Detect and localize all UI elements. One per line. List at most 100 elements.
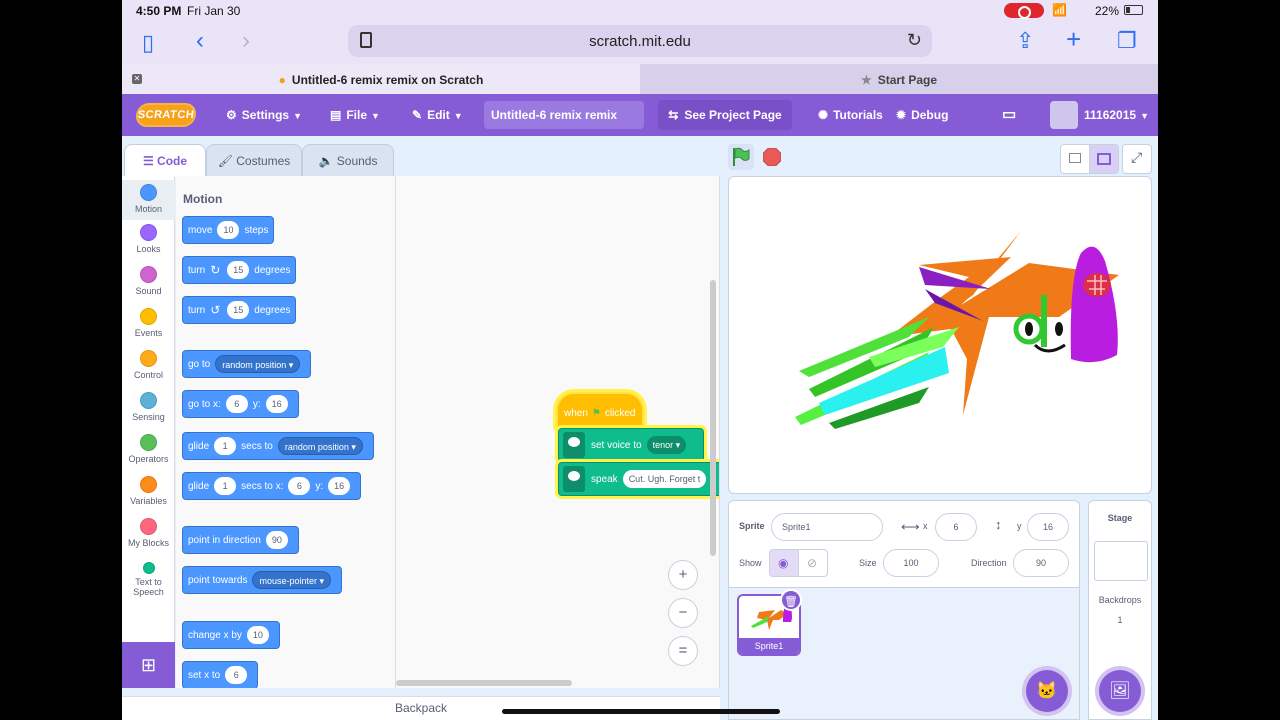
choose-backdrop-button[interactable]: 🖼 [1099, 670, 1141, 712]
sprite-name-input[interactable]: Sprite1 [771, 513, 883, 541]
back-icon[interactable]: ‹ [196, 29, 204, 53]
large-stage-button[interactable] [1089, 144, 1119, 174]
block-dropdown[interactable]: random position ▾ [215, 355, 301, 373]
speak-block[interactable]: speak Cut. Ugh. Forget t [558, 462, 719, 496]
block-dropdown[interactable]: random position ▾ [277, 437, 363, 455]
share-icon[interactable]: ⇪ [1016, 30, 1034, 52]
block-input[interactable]: 6 [288, 477, 311, 495]
block-text: set x to [188, 669, 221, 681]
x-input[interactable]: 6 [935, 513, 977, 541]
zoom-out-button[interactable]: − [668, 598, 698, 628]
scratch-logo[interactable]: SCRATCH [134, 103, 198, 127]
y-input[interactable]: 16 [1027, 513, 1069, 541]
pencil-icon: ✎ [412, 108, 423, 122]
stage-thumbnail[interactable] [1094, 541, 1148, 581]
block-text: secs to x: [241, 480, 284, 492]
reload-icon[interactable]: ↻ [907, 30, 922, 51]
tutorials-button[interactable]: ✺ Tutorials [818, 108, 883, 122]
stage-canvas[interactable] [728, 176, 1152, 494]
hide-sprite-button[interactable]: ⊘ [798, 549, 828, 577]
backpack[interactable]: Backpack [122, 696, 720, 720]
see-project-page-button[interactable]: ⇆ See Project Page [658, 100, 792, 130]
block-input[interactable]: 6 [225, 666, 248, 684]
category-events[interactable]: Events [122, 308, 175, 338]
choose-sprite-button[interactable]: 🐱 [1026, 670, 1068, 712]
category-operators[interactable]: Operators [122, 434, 175, 464]
direction-input[interactable]: 90 [1013, 549, 1069, 577]
category-sensing[interactable]: Sensing [122, 392, 175, 422]
tab-code[interactable]: ☰ Code [124, 144, 206, 178]
my-stuff-folder-icon[interactable]: ▭ [1002, 105, 1016, 123]
project-title-input[interactable]: Untitled-6 remix remix [484, 101, 644, 129]
sidebar-icon[interactable]: ▯ [142, 32, 154, 54]
block-input[interactable]: 16 [265, 395, 288, 413]
sprite-label: Sprite [739, 521, 765, 531]
block-input[interactable]: 6 [225, 395, 248, 413]
settings-menu[interactable]: ⚙ Settings ▼ [226, 108, 302, 122]
forward-icon[interactable]: › [242, 29, 250, 53]
debug-button[interactable]: ✹ Debug [896, 108, 948, 122]
zoom-reset-button[interactable]: = [668, 636, 698, 666]
block-input[interactable]: 1 [214, 477, 237, 495]
size-input[interactable]: 100 [883, 549, 939, 577]
block-set-x[interactable]: set x to 6 [182, 661, 259, 688]
category-control[interactable]: Control [122, 350, 175, 380]
tab-costumes[interactable]: 🖌 Costumes [206, 144, 302, 176]
block-input[interactable]: 10 [217, 221, 240, 239]
show-sprite-button[interactable]: ◉ [769, 549, 799, 577]
workspace-scrollbar-vertical[interactable] [710, 280, 716, 556]
tab-scratch-project[interactable]: ✕ ● Untitled-6 remix remix on Scratch [122, 64, 640, 94]
block-input[interactable]: 15 [227, 301, 250, 319]
zoom-in-button[interactable]: + [668, 560, 698, 590]
stop-icon[interactable] [763, 148, 781, 166]
tab-start-page[interactable]: ★ Start Page [640, 64, 1158, 94]
new-tab-icon[interactable]: + [1066, 26, 1081, 52]
block-input[interactable]: 16 [328, 477, 351, 495]
delete-sprite-button[interactable]: 🗑 [780, 589, 802, 611]
block-go-to-xy[interactable]: go to x: 6 y: 16 [182, 390, 299, 418]
block-turn-left[interactable]: turn ↺ 15 degrees [182, 296, 297, 324]
small-stage-button[interactable] [1060, 144, 1090, 174]
block-text: change x by [188, 629, 242, 641]
workspace-scrollbar-horizontal[interactable] [396, 680, 572, 686]
green-flag-button[interactable] [728, 144, 754, 170]
edit-menu[interactable]: ✎ Edit ▼ [412, 108, 463, 122]
block-input[interactable]: 1 [214, 437, 237, 455]
category-motion[interactable]: Motion [122, 180, 175, 220]
address-bar[interactable]: scratch.mit.edu ↻ [348, 25, 932, 57]
block-turn-right[interactable]: turn ↻ 15 degrees [182, 256, 297, 284]
speak-input[interactable]: Cut. Ugh. Forget t [622, 470, 707, 488]
block-change-x[interactable]: change x by 10 [182, 621, 280, 649]
tab-sounds[interactable]: 🔈 Sounds [302, 144, 394, 176]
category-sound[interactable]: Sound [122, 266, 175, 296]
account-menu[interactable]: 11162015 ▼ [1084, 108, 1149, 122]
block-dropdown[interactable]: mouse-pointer ▾ [252, 571, 332, 589]
code-label: Code [157, 154, 188, 168]
block-glide-xy[interactable]: glide 1 secs to x: 6 y: 16 [182, 472, 362, 500]
block-point-direction[interactable]: point in direction 90 [182, 526, 299, 554]
category-my-blocks[interactable]: My Blocks [122, 518, 175, 548]
code-workspace[interactable]: when ⚑ clicked set voice to tenor ▾ speak Cu… [396, 176, 720, 688]
voice-dropdown[interactable]: tenor ▾ [646, 436, 687, 454]
block-point-towards[interactable]: point towards mouse-pointer ▾ [182, 566, 343, 594]
block-input[interactable]: 10 [246, 626, 269, 644]
block-go-to[interactable]: go to random position ▾ [182, 350, 312, 378]
block-glide-to[interactable]: glide 1 secs to random position ▾ [182, 432, 374, 460]
set-voice-block[interactable]: set voice to tenor ▾ [558, 428, 704, 462]
my-blocks-dot-icon [140, 518, 157, 535]
when-flag-clicked-block[interactable]: when ⚑ clicked [556, 392, 644, 430]
block-input[interactable]: 90 [265, 531, 288, 549]
add-extension-button[interactable]: ⊞ [122, 642, 175, 688]
block-move-steps[interactable]: move 10 steps [182, 216, 275, 244]
backdrops-label: Backdrops [1098, 595, 1142, 605]
avatar[interactable] [1050, 101, 1078, 129]
tabs-overview-icon[interactable]: ❐ [1117, 30, 1137, 52]
fullscreen-button[interactable]: ⤢ [1122, 144, 1152, 174]
category-looks[interactable]: Looks [122, 224, 175, 254]
block-input[interactable]: 15 [227, 261, 250, 279]
category-variables[interactable]: Variables [122, 476, 175, 506]
vertical-arrows-icon: ↕ [995, 517, 1002, 532]
palette-heading: Motion [183, 192, 223, 206]
category-text-to-speech[interactable]: Text to Speech [122, 562, 175, 597]
file-menu[interactable]: ▤ File ▼ [330, 108, 380, 122]
